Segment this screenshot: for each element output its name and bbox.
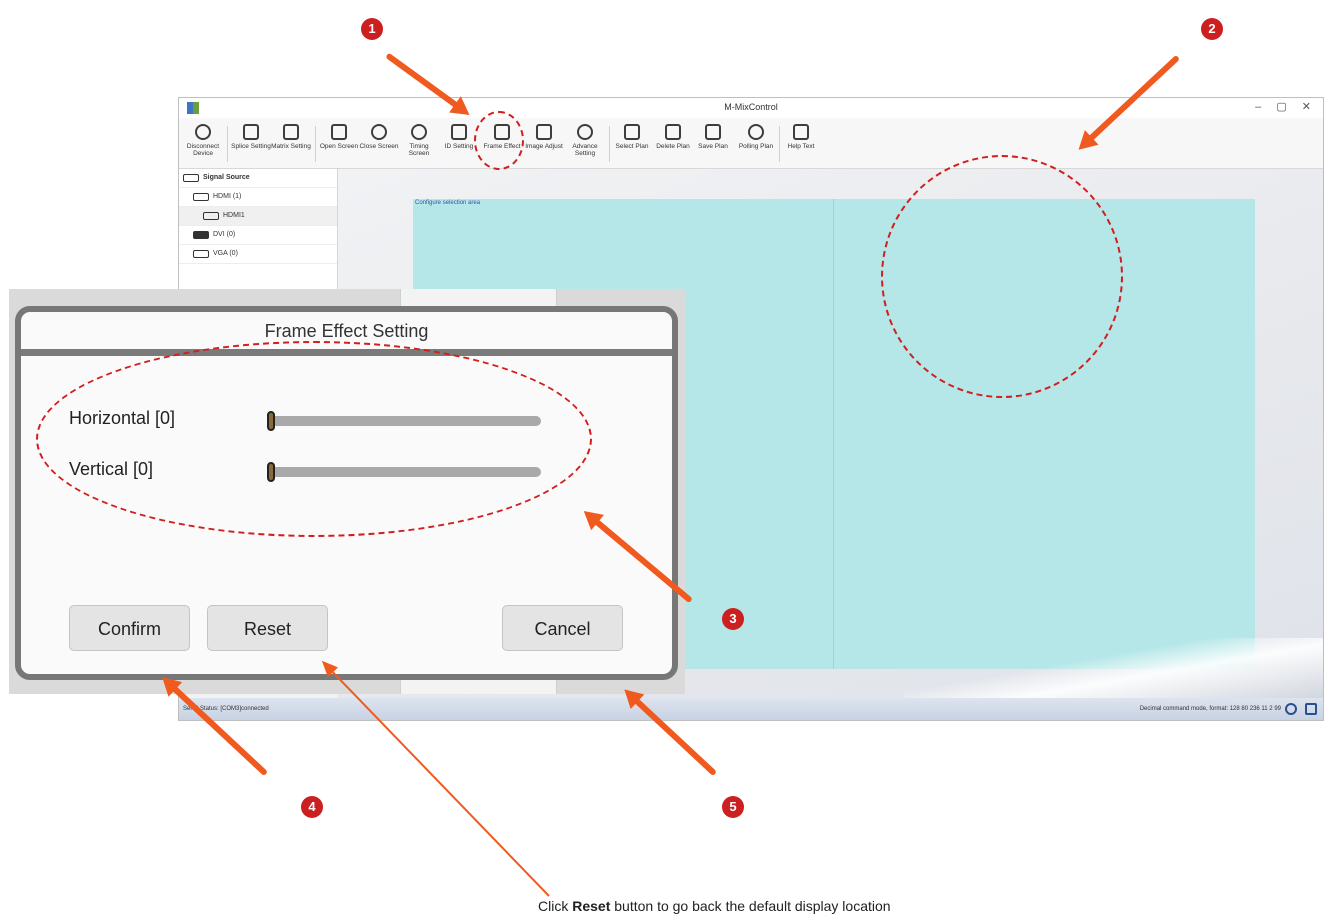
- cancel-button[interactable]: Cancel: [502, 605, 623, 651]
- refresh-icon[interactable]: [1285, 703, 1297, 715]
- id-setting-button[interactable]: ID Setting: [439, 122, 479, 166]
- open-screen-icon: [331, 124, 347, 140]
- splice-setting-button[interactable]: Splice Setting: [231, 122, 271, 166]
- frame-effect-highlight-circle: [474, 111, 524, 170]
- image-icon: [536, 124, 552, 140]
- disconnect-device-button[interactable]: Disconnect Device: [183, 122, 223, 166]
- dvi-icon: [193, 231, 209, 239]
- polling-icon: [748, 124, 764, 140]
- save-icon: [705, 124, 721, 140]
- toolbar: Disconnect Device Splice Setting Matrix …: [179, 118, 1323, 169]
- hdmi-icon: [193, 193, 209, 201]
- gear-icon: [577, 124, 593, 140]
- timing-screen-button[interactable]: Timing Screen: [399, 122, 439, 166]
- toolbar-separator: [227, 126, 228, 162]
- callout-badge-5: 5: [722, 796, 744, 818]
- callout-badge-2: 2: [1201, 18, 1223, 40]
- screen-highlight-circle: [881, 155, 1123, 398]
- sidebar-item-vga[interactable]: VGA (0): [179, 245, 337, 264]
- toolbar-separator: [609, 126, 610, 162]
- polling-plan-button[interactable]: Polling Plan: [736, 122, 776, 166]
- delete-plan-button[interactable]: Delete Plan: [653, 122, 693, 166]
- open-screen-button[interactable]: Open Screen: [319, 122, 359, 166]
- callout-badge-1: 1: [361, 18, 383, 40]
- reset-button[interactable]: Reset: [207, 605, 328, 651]
- power-icon: [371, 124, 387, 140]
- confirm-button[interactable]: Confirm: [69, 605, 190, 651]
- sidebar-item-hdmi1[interactable]: HDMI1: [179, 207, 337, 226]
- splice-icon: [243, 124, 259, 140]
- close-screen-button[interactable]: Close Screen: [359, 122, 399, 166]
- select-plan-icon: [624, 124, 640, 140]
- disconnect-icon: [195, 124, 211, 140]
- signal-source-icon: [183, 174, 199, 182]
- callout-badge-4: 4: [301, 796, 323, 818]
- window-title: M-MixControl: [724, 102, 778, 112]
- callout-badge-3: 3: [722, 608, 744, 630]
- advance-setting-button[interactable]: Advance Setting: [565, 122, 605, 166]
- sidebar-item-dvi[interactable]: DVI (0): [179, 226, 337, 245]
- toolbar-separator: [315, 126, 316, 162]
- help-text-button[interactable]: Help Text: [781, 122, 821, 166]
- matrix-icon: [283, 124, 299, 140]
- message-icon[interactable]: [1305, 703, 1317, 715]
- image-adjust-button[interactable]: Image Adjust: [524, 122, 564, 166]
- toolbar-separator: [779, 126, 780, 162]
- vga-icon: [193, 250, 209, 258]
- save-plan-button[interactable]: Save Plan: [693, 122, 733, 166]
- dialog-title: Frame Effect Setting: [264, 321, 429, 341]
- signal-source-header: Signal Source: [179, 169, 337, 188]
- command-mode-status: Decimal command mode, format: 128 80 236…: [1139, 706, 1281, 712]
- matrix-setting-button[interactable]: Matrix Setting: [271, 122, 311, 166]
- status-bar: Serial Status: [COM3]connected Decimal c…: [179, 698, 1323, 720]
- screen-divider: [833, 199, 834, 669]
- select-plan-button[interactable]: Select Plan: [612, 122, 652, 166]
- window-controls[interactable]: – ▢ ✕: [1255, 100, 1317, 113]
- background-wave: [903, 638, 1323, 698]
- delete-plan-icon: [665, 124, 681, 140]
- id-icon: [451, 124, 467, 140]
- sidebar-item-hdmi-group[interactable]: HDMI (1): [179, 188, 337, 207]
- title-bar: M-MixControl – ▢ ✕: [179, 98, 1323, 118]
- sliders-highlight-ellipse: [36, 341, 592, 537]
- help-icon: [793, 124, 809, 140]
- config-area-label: Configure selection area: [415, 200, 481, 206]
- hdmi-icon: [203, 212, 219, 220]
- reset-caption: Click Reset button to go back the defaul…: [538, 898, 891, 914]
- clock-icon: [411, 124, 427, 140]
